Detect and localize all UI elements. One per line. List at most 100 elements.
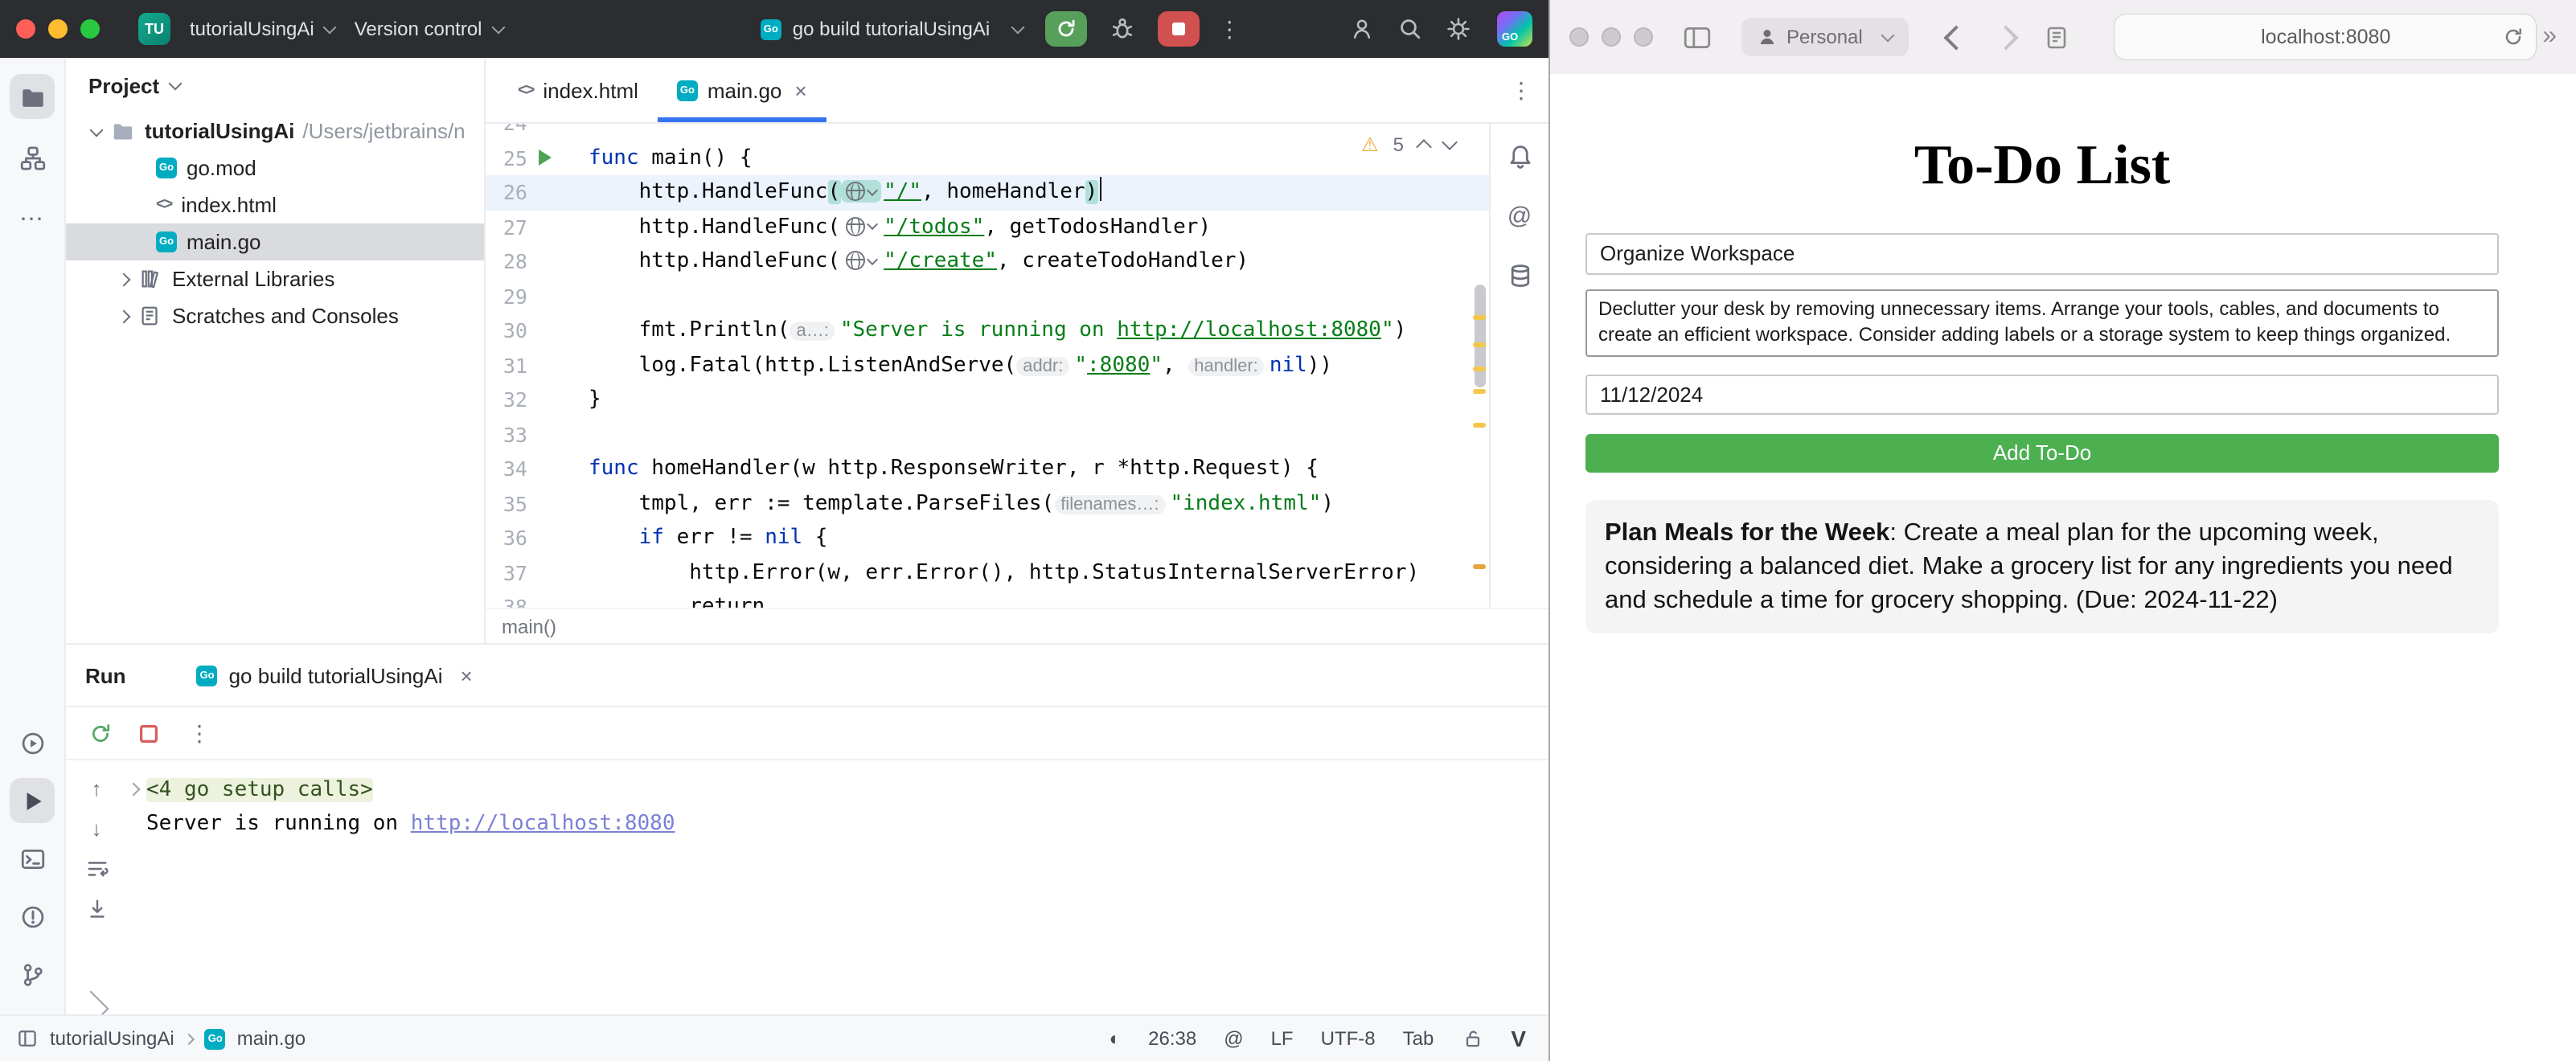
close-window-button[interactable] [16,19,35,39]
project-tool-button[interactable] [10,74,55,119]
tree-item-index-html[interactable]: <> index.html [66,186,484,223]
warning-stripe-mark[interactable] [1473,423,1486,428]
breadcrumb-item[interactable]: main() [502,615,556,637]
warning-stripe-mark[interactable] [1473,367,1486,371]
next-problem-icon[interactable] [1442,134,1458,150]
run-gutter-icon[interactable] [539,150,552,166]
project-menu[interactable]: tutorialUsingAi [190,18,335,40]
console-link[interactable]: http://localhost:8080 [411,812,675,836]
code-line[interactable]: 27 http.HandleFunc("/todos", getTodosHan… [486,210,1491,244]
project-badge[interactable]: TU [138,13,170,45]
toolbar-overflow-icon[interactable]: » [2542,23,2557,51]
code-line[interactable]: 24 [486,124,1491,141]
address-bar[interactable]: localhost:8080 [2115,14,2537,59]
inspections-widget[interactable]: ⚠ 5 [1361,133,1455,156]
lock-icon[interactable] [1461,1027,1483,1050]
ai-assistant-icon[interactable]: @ [1507,203,1532,230]
zoom-window-button[interactable] [1634,27,1653,47]
profile-selector[interactable]: Personal [1741,18,1909,56]
expand-chevron-icon[interactable] [90,123,104,137]
editor-options-kebab-icon[interactable]: ⋮ [1510,76,1532,104]
code-line[interactable]: 35 tmpl, err := template.ParseFiles(file… [486,486,1491,521]
tree-item-go-mod[interactable]: Go go.mod [66,150,484,186]
warning-stripe-mark[interactable] [1473,564,1486,569]
line-separator[interactable]: LF [1271,1027,1294,1050]
code-line[interactable]: 36 if err != nil { [486,521,1491,555]
code-editor[interactable]: 2425func main() {26 http.HandleFunc("/",… [486,124,1491,608]
notifications-bell-icon[interactable] [1506,143,1533,170]
status-file-name[interactable]: main.go [237,1027,306,1050]
vcs-menu[interactable]: Version control [355,18,503,40]
code-line[interactable]: 28 http.HandleFunc("/create", createTodo… [486,244,1491,279]
database-icon[interactable] [1506,262,1533,289]
run-more-kebab-icon[interactable]: ⋮ [1218,15,1241,43]
tab-main-go[interactable]: Go main.go × [658,58,827,122]
warning-stripe-mark[interactable] [1473,342,1486,347]
code-line[interactable]: 26 http.HandleFunc("/", homeHandler) [486,175,1491,210]
git-tool-button[interactable] [10,952,55,997]
code-line[interactable]: 34func homeHandler(w http.ResponseWriter… [486,452,1491,486]
close-tab-icon[interactable]: × [794,78,806,102]
code-line[interactable]: 29 [486,279,1491,313]
minimize-window-button[interactable] [1602,27,1621,47]
tree-item-main-go[interactable]: Go main.go [66,223,484,260]
up-stack-trace-icon[interactable]: ↑ [92,776,102,801]
caret-position[interactable]: 26:38 [1148,1027,1196,1050]
tab-index-html[interactable]: <> index.html [498,58,658,122]
scroll-to-end-icon[interactable] [84,897,109,921]
sidebar-toggle-icon[interactable] [1682,23,1713,51]
structure-tool-button[interactable] [10,135,55,180]
rerun-button[interactable] [1044,11,1086,47]
code-line[interactable]: 31 log.Fatal(http.ListenAndServe(addr:":… [486,348,1491,383]
console-options-kebab-icon[interactable]: ⋮ [188,719,211,747]
tree-item-external-libraries[interactable]: External Libraries [66,260,484,297]
code-line[interactable]: 32} [486,383,1491,417]
collapse-chevron-icon[interactable] [117,309,131,323]
reload-icon[interactable] [2503,26,2525,48]
indent-style[interactable]: Tab [1403,1027,1434,1050]
close-run-tab-icon[interactable]: × [461,663,473,687]
project-window-icon[interactable] [16,1027,39,1050]
settings-gear-icon[interactable] [1446,16,1471,42]
due-date-input[interactable] [1585,374,2499,414]
run-tab[interactable]: Go go build tutorialUsingAi × [197,663,473,687]
task-description-textarea[interactable] [1585,289,2499,356]
endpoint-globe-inlay[interactable] [840,215,880,237]
problems-tool-button[interactable] [10,894,55,939]
stop-console-button[interactable] [137,721,161,745]
annotations-at-icon[interactable]: @ [1224,1027,1243,1050]
debug-button[interactable] [1109,16,1134,42]
project-panel-header[interactable]: Project [66,58,484,113]
services-tool-button[interactable] [10,720,55,765]
down-stack-trace-icon[interactable]: ↓ [92,817,102,841]
code-line[interactable]: 25func main() { [486,141,1491,175]
code-line[interactable]: 30 fmt.Println(a…:"Server is running on … [486,313,1491,348]
more-tool-windows-icon[interactable]: ⋯ [10,196,55,241]
run-config-selector[interactable]: Go go build tutorialUsingAi [761,18,1023,40]
terminal-tool-button[interactable] [10,836,55,881]
editor-scrollbar[interactable] [1468,124,1491,608]
vim-mode-indicator[interactable]: V [1511,1026,1526,1051]
fold-chevron-icon[interactable] [127,783,141,797]
reader-mode-icon[interactable]: ◐ [1110,1027,1122,1050]
code-with-me-icon[interactable] [1349,16,1375,42]
tree-item-scratches[interactable]: Scratches and Consoles [66,297,484,334]
prev-problem-icon[interactable] [1416,139,1432,155]
warning-stripe-mark[interactable] [1473,389,1486,394]
close-window-button[interactable] [1569,27,1589,47]
expand-rail-chevron-icon[interactable] [84,990,109,1015]
code-line[interactable]: 38 return [486,590,1491,608]
minimize-window-button[interactable] [48,19,68,39]
endpoint-globe-inlay[interactable] [840,180,880,203]
code-line[interactable]: 37 http.Error(w, err.Error(), http.Statu… [486,555,1491,590]
page-format-icon[interactable] [2045,24,2070,50]
endpoint-globe-inlay[interactable] [840,249,880,272]
file-encoding[interactable]: UTF-8 [1321,1027,1376,1050]
scrollbar-thumb[interactable] [1475,285,1486,387]
search-everywhere-icon[interactable] [1397,16,1423,42]
zoom-window-button[interactable] [80,19,100,39]
code-line[interactable]: 33 [486,417,1491,452]
run-console[interactable]: ↑ ↓ [66,760,1548,1016]
task-title-input[interactable] [1585,232,2499,274]
tree-item-root[interactable]: tutorialUsingAi /Users/jetbrains/n [66,113,484,150]
